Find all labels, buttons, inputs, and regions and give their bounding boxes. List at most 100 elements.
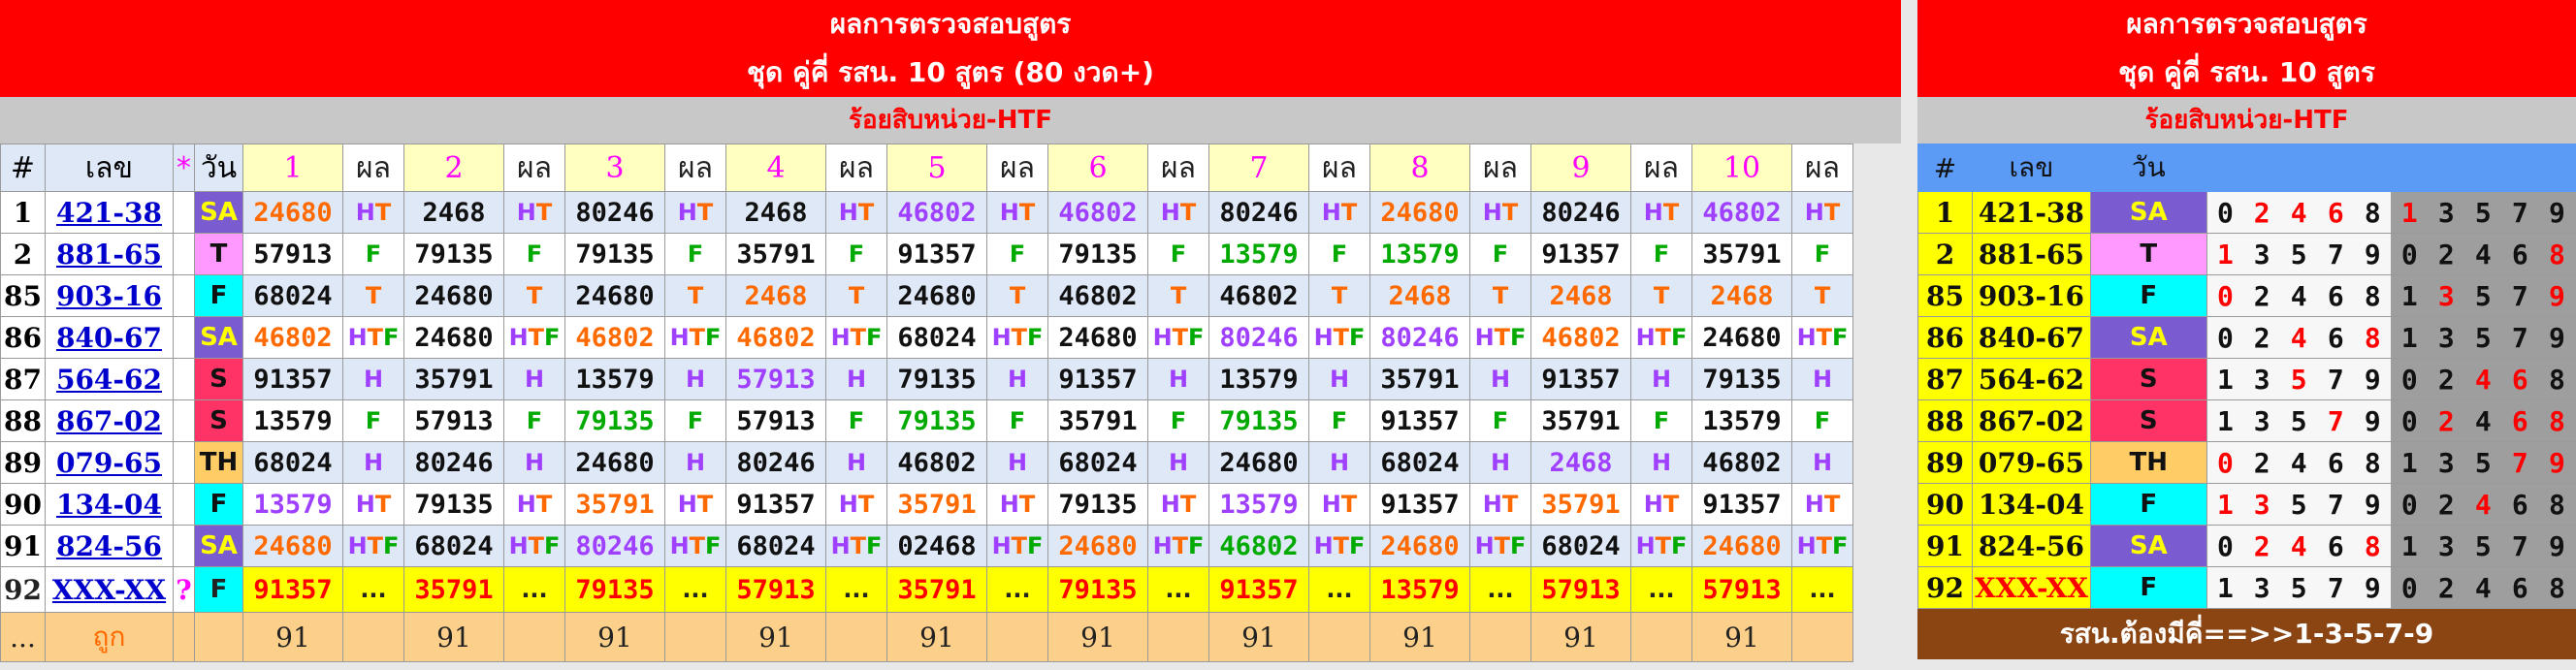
header-formula-5: 5 xyxy=(886,144,987,192)
draw-number-link[interactable]: 881-65 xyxy=(45,233,174,275)
formula-value: 91357 xyxy=(886,233,987,275)
formula-result: F xyxy=(825,233,887,275)
formula-value: 79135 xyxy=(1047,233,1148,275)
formula-value: 13579 xyxy=(1208,358,1309,400)
day-badge: SA xyxy=(194,191,243,234)
formula-result: F xyxy=(1630,399,1692,442)
draw-number-link[interactable]: 824-56 xyxy=(45,525,174,567)
draw-number-link[interactable]: 564-62 xyxy=(45,358,174,400)
formula-value: 46802 xyxy=(1530,316,1631,359)
header-number: เลข xyxy=(1971,144,2091,192)
draw-number-link[interactable]: 867-02 xyxy=(45,399,174,442)
table-row: 2 881-65 T 1 3 5 7 9 0 2 4 6 8 xyxy=(1917,233,2576,275)
draw-number-link[interactable]: 134-04 xyxy=(45,483,174,526)
formula-result: HTF xyxy=(1630,316,1692,359)
formula-value: 2468 xyxy=(1691,274,1792,317)
formula-value: 46802 xyxy=(1047,274,1148,317)
formula-result: ... xyxy=(825,566,887,613)
digit-group-2: 2 xyxy=(2428,483,2465,526)
formula-result: HTF xyxy=(1147,525,1209,567)
row-index: 85 xyxy=(0,274,46,317)
formula-result: F xyxy=(1308,399,1370,442)
digit-group-1: 9 xyxy=(2354,483,2392,526)
formula-result: F xyxy=(1469,399,1531,442)
formula-result: T xyxy=(986,274,1048,317)
formula-value: 91357 xyxy=(1047,358,1148,400)
digit-group-1: 7 xyxy=(2317,399,2355,442)
hit-count: 91 xyxy=(886,612,987,662)
digit-group-2: 8 xyxy=(2538,566,2576,609)
row-index: 91 xyxy=(0,525,46,567)
formula-value: 13579 xyxy=(1208,483,1309,526)
formula-result: HT xyxy=(342,191,404,234)
blank-cell xyxy=(1630,612,1692,662)
header-blank xyxy=(2390,144,2429,192)
draw-number-link[interactable]: 079-65 xyxy=(45,441,174,484)
header-result-8: ผล xyxy=(1469,144,1531,192)
digit-group-2: 3 xyxy=(2428,274,2465,317)
formula-value: 46802 xyxy=(1691,441,1792,484)
formula-value: 80246 xyxy=(1208,316,1309,359)
formula-result: HTF xyxy=(1147,316,1209,359)
formula-result: HT xyxy=(503,191,565,234)
digit-group-2: 2 xyxy=(2428,566,2465,609)
header-formula-8: 8 xyxy=(1369,144,1470,192)
digit-group-1: 5 xyxy=(2280,358,2318,400)
formula-result: HTF xyxy=(342,525,404,567)
digit-group-1: 8 xyxy=(2354,191,2392,234)
digit-group-1: 9 xyxy=(2354,399,2392,442)
header-formula-6: 6 xyxy=(1047,144,1148,192)
digit-group-2: 7 xyxy=(2501,316,2539,359)
formula-value: 79135 xyxy=(564,233,665,275)
formula-result: F xyxy=(664,399,726,442)
digit-group-2: 2 xyxy=(2428,233,2465,275)
digit-group-1: 1 xyxy=(2206,399,2244,442)
formula-result: F xyxy=(342,399,404,442)
day-badge: F xyxy=(2089,566,2207,609)
formula-value: 80246 xyxy=(1208,191,1309,234)
row-mark xyxy=(173,316,195,359)
header-result-6: ผล xyxy=(1147,144,1209,192)
left-title-1: ผลการตรวจสอบสูตร xyxy=(0,0,1901,48)
draw-number-link[interactable]: 421-38 xyxy=(45,191,174,234)
formula-result: H xyxy=(664,441,726,484)
formula-value: 91357 xyxy=(1369,483,1470,526)
formula-result: HT xyxy=(825,191,887,234)
digit-group-1: 3 xyxy=(2243,233,2281,275)
draw-number: 824-56 xyxy=(1971,525,2091,567)
formula-result: HTF xyxy=(1308,316,1370,359)
row-index: 92 xyxy=(1917,566,1973,609)
formula-result: H xyxy=(1147,441,1209,484)
blank-cell xyxy=(1791,612,1853,662)
formula-value: 24680 xyxy=(1047,525,1148,567)
draw-number-link[interactable]: XXX-XX xyxy=(45,566,174,613)
formula-result: HTF xyxy=(342,316,404,359)
digit-group-2: 2 xyxy=(2428,399,2465,442)
right-footer-note: รสน.ต้องมีคี่==>>1-3-5-7-9 xyxy=(1917,609,2576,659)
header-result-1: ผล xyxy=(342,144,404,192)
formula-value: 46802 xyxy=(1208,274,1309,317)
digit-group-1: 1 xyxy=(2206,483,2244,526)
digit-group-2: 5 xyxy=(2464,525,2502,567)
digit-group-1: 2 xyxy=(2243,191,2281,234)
formula-value: 35791 xyxy=(1530,483,1631,526)
formula-value: 24680 xyxy=(1369,525,1470,567)
row-index: ... xyxy=(0,612,46,662)
formula-value: 24680 xyxy=(242,525,343,567)
formula-value: 57913 xyxy=(242,233,343,275)
digit-group-2: 6 xyxy=(2501,358,2539,400)
header-result-2: ผล xyxy=(503,144,565,192)
formula-result: H xyxy=(1630,358,1692,400)
table-row: 86 840-67 SA 46802 HTF 24680 HTF 46802 HTF 46802 H… xyxy=(0,316,1853,359)
draw-number-link[interactable]: 840-67 xyxy=(45,316,174,359)
digit-group-2: 3 xyxy=(2428,525,2465,567)
digit-group-1: 4 xyxy=(2280,274,2318,317)
formula-result: H xyxy=(664,358,726,400)
draw-number-link[interactable]: 903-16 xyxy=(45,274,174,317)
row-index: 2 xyxy=(1917,233,1973,275)
formula-result: F xyxy=(1791,233,1853,275)
digit-group-1: 2 xyxy=(2243,274,2281,317)
prediction-row: 92 XXX-XX? F 91357... 35791... 79135... 57913.… xyxy=(0,566,1853,613)
digit-group-1: 7 xyxy=(2317,358,2355,400)
formula-result: H xyxy=(503,358,565,400)
